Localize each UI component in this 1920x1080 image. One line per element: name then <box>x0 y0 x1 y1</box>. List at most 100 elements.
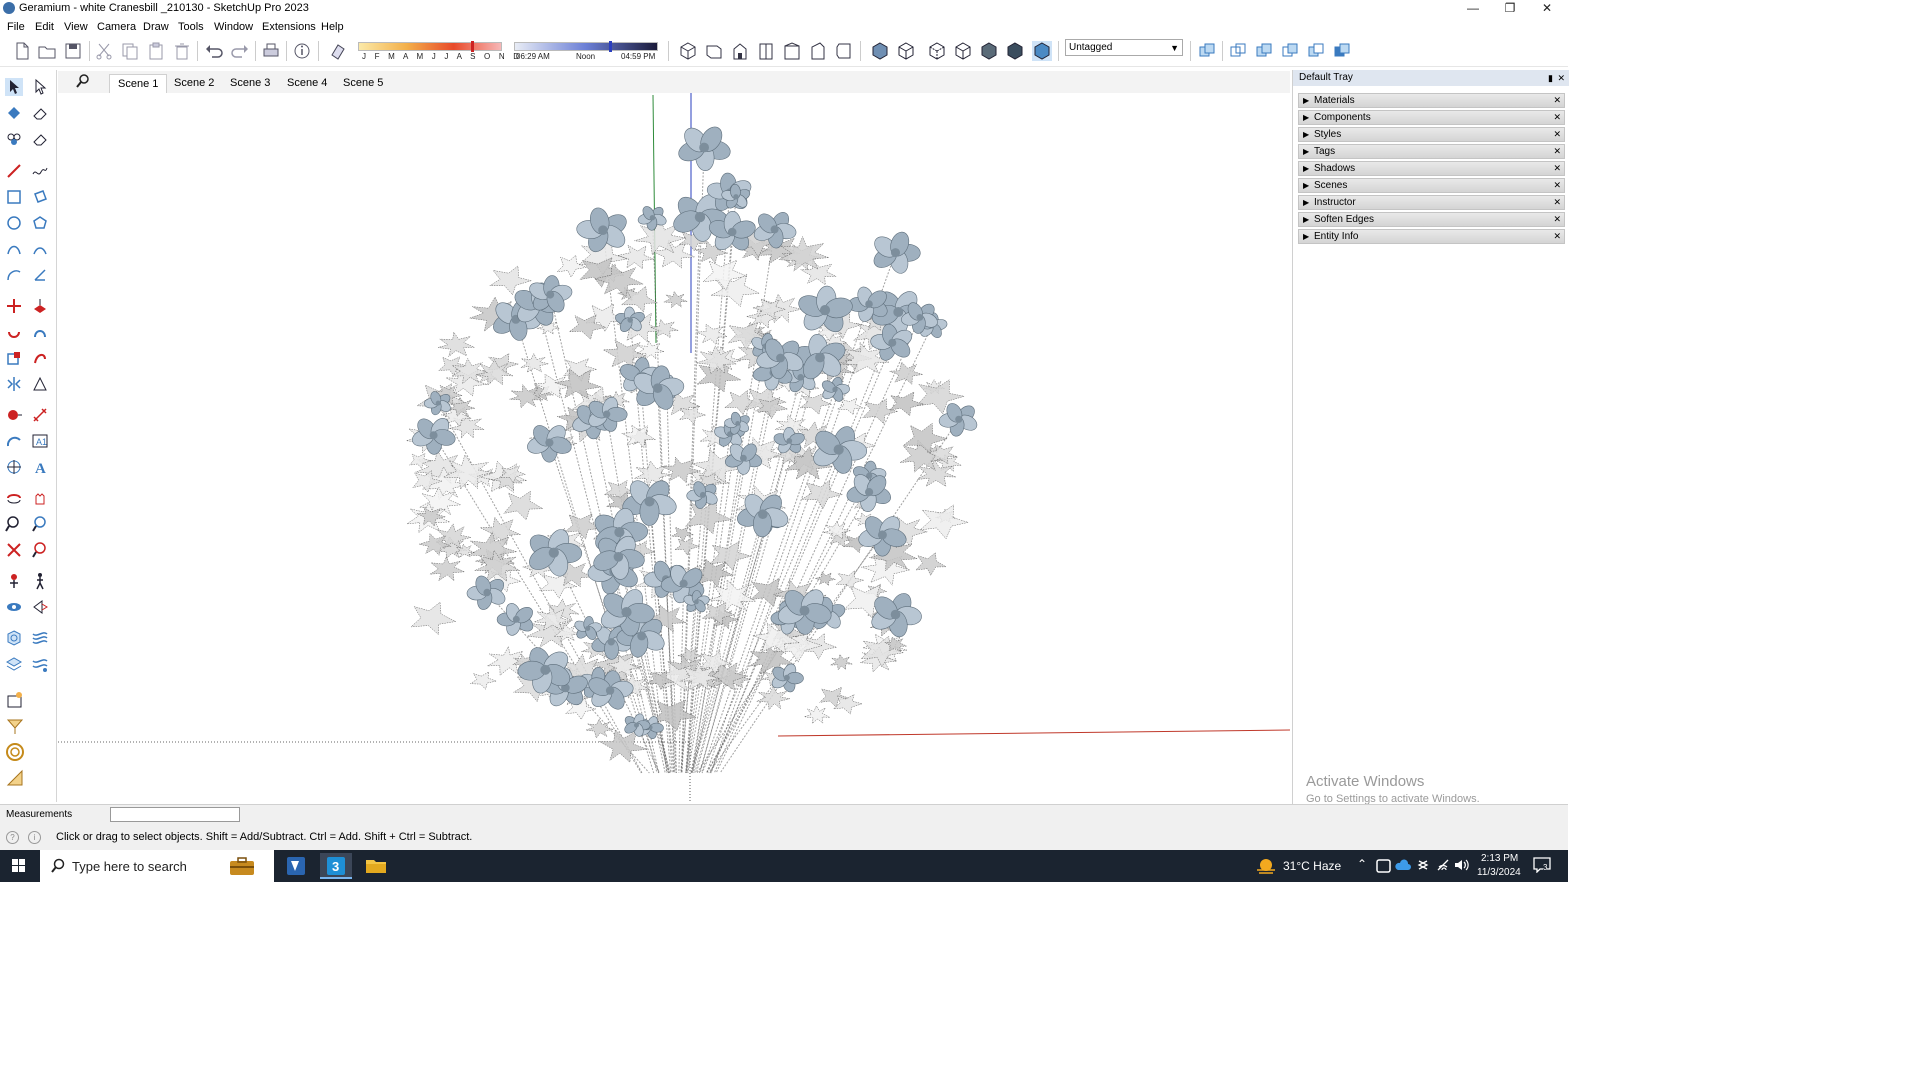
top-view-icon[interactable] <box>704 41 724 61</box>
solid-tools-icon[interactable] <box>31 375 49 393</box>
measurements-input[interactable] <box>110 807 240 822</box>
monochrome-style-icon[interactable] <box>1032 41 1052 61</box>
circle-tool-icon[interactable] <box>5 214 23 232</box>
two-point-arc-icon[interactable] <box>31 240 49 258</box>
menu-edit[interactable]: Edit <box>35 21 54 33</box>
close-icon[interactable]: ✕ <box>1553 179 1561 192</box>
erase-icon[interactable] <box>172 41 192 61</box>
close-icon[interactable]: ✕ <box>1553 213 1561 226</box>
rectangle-tool-icon[interactable] <box>5 188 23 206</box>
push-pull-icon[interactable] <box>31 297 49 315</box>
zoom-tool-icon[interactable] <box>5 515 23 533</box>
taskbar-app-file-explorer[interactable] <box>360 853 392 879</box>
close-icon[interactable]: ✕ <box>1553 196 1561 209</box>
protractor-icon[interactable] <box>5 432 23 450</box>
rotate-tool-icon[interactable] <box>5 323 23 341</box>
save-icon[interactable] <box>63 41 83 61</box>
menu-camera[interactable]: Camera <box>97 21 136 33</box>
pie-tool-icon[interactable] <box>31 266 49 284</box>
close-icon[interactable]: ✕ <box>1553 230 1561 243</box>
three-point-arc-icon[interactable] <box>5 266 23 284</box>
volume-icon[interactable] <box>1454 858 1470 872</box>
move-tool-icon[interactable] <box>5 297 23 315</box>
menu-draw[interactable]: Draw <box>143 21 169 33</box>
axes-tool-icon[interactable] <box>5 458 23 476</box>
ruler-icon[interactable] <box>5 768 25 788</box>
subtract-icon[interactable] <box>1280 41 1300 61</box>
panel-tags[interactable]: ▶ Tags ✕ <box>1298 144 1565 159</box>
close-icon[interactable]: ✕ <box>1553 94 1561 107</box>
close-icon[interactable]: ✕ <box>1553 111 1561 124</box>
toggle-terrain-icon[interactable] <box>5 742 25 762</box>
offset-tool-icon[interactable] <box>31 349 49 367</box>
copy-icon[interactable] <box>120 41 140 61</box>
tag-eraser-icon[interactable] <box>31 130 49 148</box>
taskbar-search[interactable]: Type here to search <box>40 850 274 882</box>
tab-scene-5[interactable]: Scene 5 <box>335 74 391 92</box>
smoove-icon[interactable] <box>5 655 23 673</box>
shaded-style-icon[interactable] <box>979 41 999 61</box>
menu-window[interactable]: Window <box>214 21 253 33</box>
new-file-icon[interactable] <box>12 41 32 61</box>
chevron-up-icon[interactable]: ⌃ <box>1357 857 1367 871</box>
tab-scene-3[interactable]: Scene 3 <box>222 74 278 92</box>
dimension-tool-icon[interactable] <box>31 406 49 424</box>
sandbox-from-scratch-icon[interactable] <box>31 629 49 647</box>
wifi-icon[interactable] <box>1436 858 1450 872</box>
zoom-window-icon[interactable] <box>31 515 49 533</box>
onedrive-icon[interactable] <box>1395 859 1411 871</box>
notifications-icon[interactable]: 3 <box>1533 857 1551 874</box>
close-icon[interactable]: ✕ <box>1553 162 1561 175</box>
geo-location-icon[interactable]: ? <box>6 831 19 844</box>
bottom-view-icon[interactable] <box>834 41 854 61</box>
taskbar-app-sketchup-active[interactable]: 3 <box>320 853 352 879</box>
cut-icon[interactable] <box>94 41 114 61</box>
freehand-tool-icon[interactable] <box>31 162 49 180</box>
3d-text-icon[interactable]: A <box>31 458 49 476</box>
menu-file[interactable]: File <box>7 21 25 33</box>
walk-tool-icon[interactable] <box>31 572 49 590</box>
model-viewport[interactable] <box>58 93 1291 802</box>
wireframe-style-icon[interactable] <box>927 41 947 61</box>
panel-soften-edges[interactable]: ▶ Soften Edges ✕ <box>1298 212 1565 227</box>
model-info-icon[interactable] <box>292 41 312 61</box>
shadows-toggle-icon[interactable] <box>328 41 348 61</box>
add-location-icon[interactable] <box>5 716 25 736</box>
polygon-tool-icon[interactable] <box>31 214 49 232</box>
rotated-rectangle-icon[interactable] <box>31 188 49 206</box>
menu-extensions[interactable]: Extensions <box>262 21 316 33</box>
iso-view-icon[interactable] <box>678 41 698 61</box>
line-tool-icon[interactable] <box>5 162 23 180</box>
tab-scene-4[interactable]: Scene 4 <box>279 74 335 92</box>
briefcase-icon[interactable] <box>228 856 256 876</box>
scale-tool-icon[interactable] <box>5 349 23 367</box>
open-folder-icon[interactable] <box>37 41 57 61</box>
right-view-icon[interactable] <box>756 41 776 61</box>
position-camera-icon[interactable] <box>5 572 23 590</box>
section-plane-icon[interactable] <box>31 598 49 616</box>
search-icon[interactable] <box>75 73 91 89</box>
panel-components[interactable]: ▶ Components ✕ <box>1298 110 1565 125</box>
stamp-icon[interactable] <box>31 655 49 673</box>
time-slider[interactable] <box>514 41 658 52</box>
close-icon[interactable]: ✕ <box>1553 128 1561 141</box>
tag-dropdown[interactable]: Untagged ▼ <box>1065 39 1183 56</box>
redo-icon[interactable] <box>230 41 250 61</box>
close-icon[interactable]: ✕ <box>1557 70 1565 86</box>
minimize-icon[interactable]: — <box>1455 0 1491 18</box>
menu-view[interactable]: View <box>64 21 88 33</box>
lasso-select-icon[interactable] <box>31 78 49 96</box>
meet-now-icon[interactable] <box>1376 859 1391 873</box>
look-around-icon[interactable] <box>5 598 23 616</box>
close-icon[interactable]: ✕ <box>1553 145 1561 158</box>
panel-instructor[interactable]: ▶ Instructor ✕ <box>1298 195 1565 210</box>
arc-tool-icon[interactable] <box>5 240 23 258</box>
restore-icon[interactable]: ❐ <box>1492 0 1528 18</box>
tag-tool-icon[interactable] <box>5 130 23 148</box>
union-icon[interactable] <box>1254 41 1274 61</box>
zoom-extents-icon[interactable] <box>5 541 23 559</box>
panel-entity-info[interactable]: ▶ Entity Info ✕ <box>1298 229 1565 244</box>
dropbox-icon[interactable] <box>1416 858 1430 872</box>
undo-icon[interactable] <box>204 41 224 61</box>
paste-icon[interactable] <box>146 41 166 61</box>
